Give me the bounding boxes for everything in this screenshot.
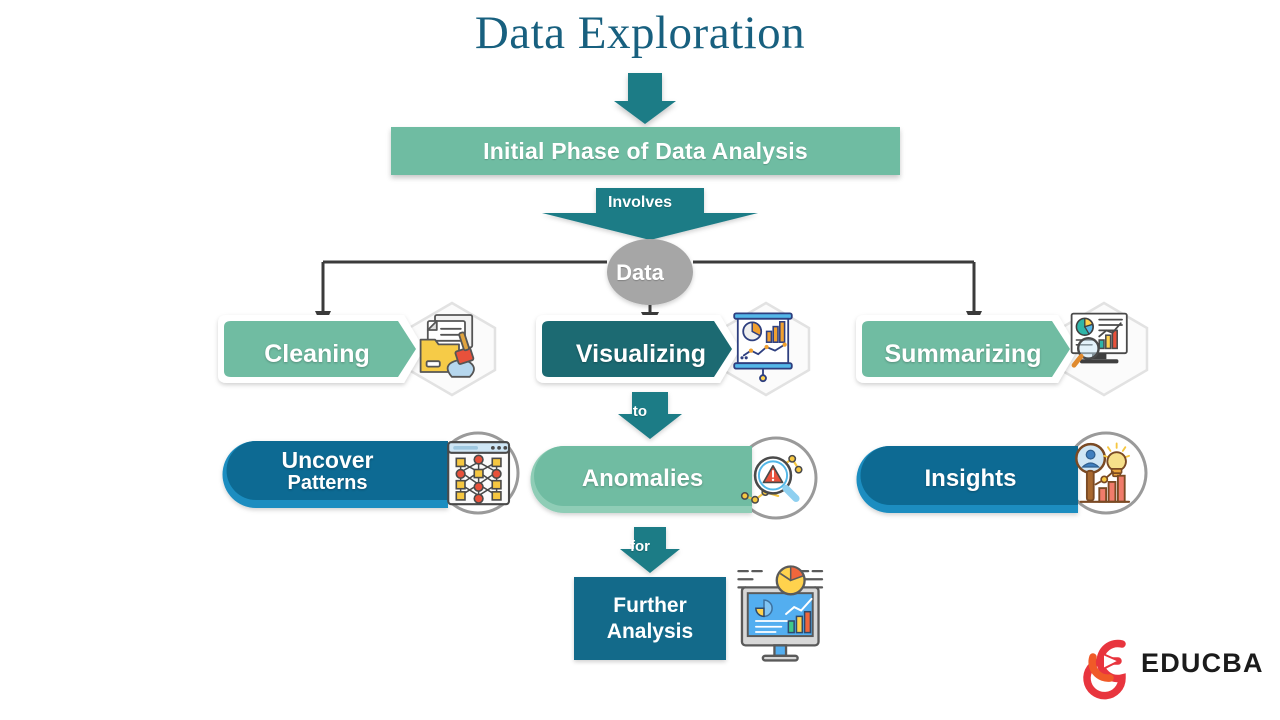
circle-badge-patterns <box>436 431 520 515</box>
involves-label: Involves <box>607 194 673 211</box>
educba-logo-text: EDUCBA <box>1141 647 1264 678</box>
node-uncover-patterns[interactable]: Uncover Patterns <box>230 448 425 494</box>
node-visualizing-label[interactable]: Visualizing <box>546 337 736 371</box>
network-pattern-window-icon <box>447 441 511 506</box>
further-analysis-line2: Analysis <box>606 619 694 643</box>
hex-badge-cleaning <box>407 301 497 397</box>
circle-badge-insights <box>1064 431 1148 515</box>
diagram-canvas: Data Exploration Initial Phase of Data A… <box>0 0 1280 720</box>
to-label: to <box>632 403 648 420</box>
node-cleaning-label[interactable]: Cleaning <box>222 337 412 371</box>
hex-badge-summarizing <box>1059 301 1149 397</box>
phase-banner-label: Initial Phase of Data Analysis <box>483 137 808 164</box>
monitor-dashboard-icon <box>737 565 824 662</box>
phase-banner: Initial Phase of Data Analysis <box>391 127 900 175</box>
further-analysis-line1: Further <box>613 594 687 618</box>
presentation-chart-icon <box>733 312 793 383</box>
magnifier-warning-icon <box>740 454 803 504</box>
folder-documents-brush-icon <box>419 314 475 378</box>
node-patterns-sublabel: Patterns <box>287 471 368 494</box>
magnifier-person-bulb-chart-icon <box>1075 442 1131 503</box>
connector-arrowheads <box>315 311 982 329</box>
for-label: for <box>630 538 650 555</box>
data-node-label: Data <box>616 260 664 285</box>
node-further-analysis[interactable]: Further Analysis <box>574 577 726 660</box>
page-title: Data Exploration <box>474 7 806 59</box>
circle-badge-anomalies <box>734 436 818 520</box>
report-magnifier-icon <box>1070 312 1128 368</box>
arrow-title-to-phase <box>614 73 676 124</box>
educba-logo: EDUCBA <box>1088 641 1264 685</box>
node-summarizing-label[interactable]: Summarizing <box>868 337 1058 371</box>
node-uncover-label: Uncover <box>281 447 374 473</box>
node-anomalies-label[interactable]: Anomalies <box>545 465 740 493</box>
node-insights-label[interactable]: Insights <box>873 465 1068 493</box>
